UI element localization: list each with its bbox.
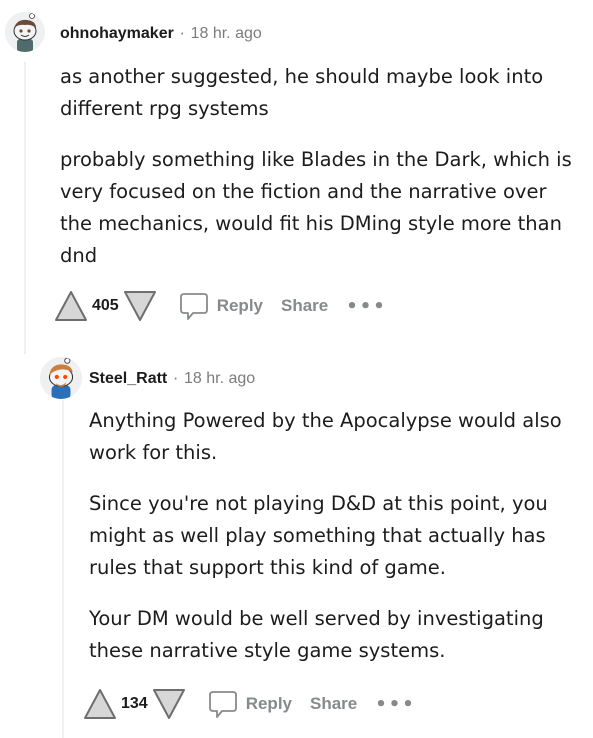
comment-body: as another suggested, he should maybe lo… [60, 61, 580, 291]
comment-actions: 405 Reply Share ••• [54, 289, 387, 323]
reply-button[interactable]: Reply [179, 291, 263, 321]
comment-actions: 134 Reply Share ••• [83, 687, 416, 721]
avatar[interactable] [40, 357, 82, 399]
share-button[interactable]: Share [281, 296, 328, 316]
downvote-arrow-icon [123, 291, 156, 321]
reply-button[interactable]: Reply [208, 689, 292, 719]
downvote-button[interactable] [123, 289, 157, 323]
thread-line[interactable] [62, 400, 64, 738]
username[interactable]: ohnohaymaker [60, 25, 174, 43]
upvote-arrow-icon [84, 689, 116, 719]
comment-header: Steel_Ratt · 18 hr. ago [89, 370, 255, 388]
upvote-arrow-icon [55, 291, 87, 321]
comment-paragraph: probably something like Blades in the Da… [60, 148, 572, 267]
username[interactable]: Steel_Ratt [89, 370, 167, 388]
vote-score: 405 [92, 297, 119, 314]
comment-paragraph: Since you're not playing D&D at this poi… [89, 492, 548, 579]
reply-label: Reply [216, 296, 263, 315]
comment-paragraph: Your DM would be well served by investig… [89, 607, 544, 662]
separator: · [179, 25, 185, 43]
timestamp[interactable]: 18 hr. ago [191, 25, 262, 43]
separator: · [173, 370, 179, 388]
comment-header: ohnohaymaker · 18 hr. ago [60, 25, 262, 43]
more-options-button[interactable]: ••• [375, 694, 416, 715]
vote-score: 134 [121, 695, 148, 712]
comment-body: Anything Powered by the Apocalypse would… [89, 405, 579, 686]
avatar[interactable] [5, 12, 45, 52]
more-options-button[interactable]: ••• [346, 296, 387, 317]
downvote-button[interactable] [152, 687, 186, 721]
speech-bubble-icon [179, 293, 208, 320]
share-button[interactable]: Share [310, 694, 357, 714]
comment-paragraph: as another suggested, he should maybe lo… [60, 65, 544, 120]
timestamp[interactable]: 18 hr. ago [184, 370, 255, 388]
comment-paragraph: Anything Powered by the Apocalypse would… [89, 409, 562, 464]
downvote-arrow-icon [152, 689, 185, 719]
speech-bubble-icon [208, 691, 237, 718]
reply-label: Reply [245, 694, 292, 713]
user-avatar-icon [5, 12, 45, 52]
upvote-button[interactable] [83, 687, 117, 721]
thread-line[interactable] [24, 62, 26, 354]
user-avatar-icon [40, 357, 82, 399]
upvote-button[interactable] [54, 289, 88, 323]
